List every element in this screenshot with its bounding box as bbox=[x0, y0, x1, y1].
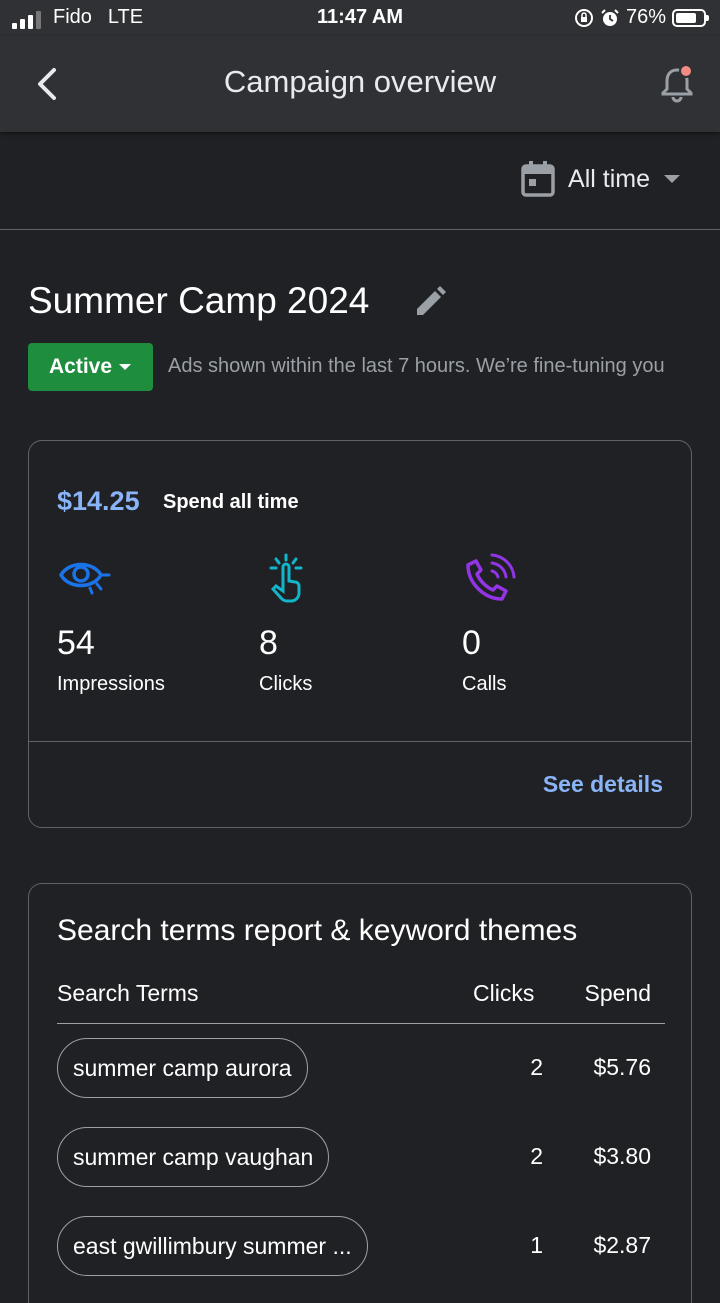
table-header: Search Terms Clicks Spend bbox=[57, 980, 665, 1024]
campaign-name: Summer Camp 2024 bbox=[28, 280, 370, 321]
bell-icon bbox=[661, 64, 693, 103]
row-spend: $2.87 bbox=[593, 1232, 651, 1258]
table-row: summer camp aurora 2 $5.76 bbox=[57, 1038, 665, 1100]
metric-calls: 0 Calls bbox=[462, 553, 662, 696]
search-term-chip[interactable]: east gwillimbury summer ... bbox=[57, 1216, 368, 1276]
row-clicks: 1 bbox=[530, 1232, 543, 1258]
calendar-icon bbox=[521, 161, 555, 197]
column-header-clicks: Clicks bbox=[473, 980, 535, 1006]
filter-row: All time bbox=[0, 132, 720, 230]
spend-amount: $14.25 bbox=[57, 486, 140, 516]
status-label: Active bbox=[48, 355, 113, 378]
metric-clicks: 8 Clicks bbox=[259, 553, 459, 696]
see-details-link[interactable]: See details bbox=[543, 771, 663, 798]
search-term-chip[interactable]: summer camp vaughan bbox=[57, 1127, 330, 1187]
row-spend: $3.80 bbox=[593, 1143, 651, 1169]
pencil-icon bbox=[417, 286, 446, 315]
page-title: Campaign overview bbox=[223, 64, 497, 99]
table-row: summer camp vaughan 2 $3.80 bbox=[57, 1127, 665, 1189]
performance-card: $14.25 Spend all time 54 Impressions 8 C… bbox=[28, 440, 692, 828]
status-bar: Fido LTE 11:47 AM 76% bbox=[0, 0, 720, 36]
card-divider bbox=[29, 741, 691, 742]
app-bar: Campaign overview bbox=[0, 36, 720, 132]
calls-label: Calls bbox=[462, 673, 507, 695]
calls-value: 0 bbox=[462, 624, 481, 662]
chevron-down-icon bbox=[664, 175, 680, 183]
status-right: 76% bbox=[574, 6, 709, 29]
row-spend: $5.76 bbox=[593, 1054, 651, 1080]
tap-icon bbox=[269, 553, 303, 603]
clicks-value: 8 bbox=[259, 624, 278, 662]
column-header-term: Search Terms bbox=[57, 980, 199, 1006]
notifications-button[interactable] bbox=[656, 62, 698, 104]
clicks-label: Clicks bbox=[259, 673, 313, 695]
phone-icon bbox=[466, 553, 516, 601]
battery-fill bbox=[676, 12, 696, 23]
battery-icon bbox=[672, 8, 709, 27]
chevron-down-icon bbox=[119, 364, 132, 370]
date-range-selector[interactable]: All time bbox=[520, 160, 682, 198]
battery-percent: 76% bbox=[625, 6, 666, 28]
alarm-icon bbox=[601, 8, 619, 26]
impressions-label: Impressions bbox=[57, 673, 165, 695]
status-dropdown[interactable]: Active bbox=[28, 343, 153, 391]
status-message: Ads shown within the last 7 hours. We’re… bbox=[168, 355, 665, 377]
edit-name-button[interactable] bbox=[412, 282, 450, 320]
date-range-label: All time bbox=[568, 164, 650, 193]
rotation-lock-icon bbox=[574, 8, 593, 27]
search-terms-card: Search terms report & keyword themes Sea… bbox=[28, 883, 692, 1303]
impressions-value: 54 bbox=[57, 624, 95, 662]
search-term-chip[interactable]: summer camp aurora bbox=[57, 1038, 308, 1098]
notification-dot bbox=[679, 64, 693, 78]
spend-label: Spend all time bbox=[163, 491, 299, 513]
eye-icon bbox=[58, 562, 111, 595]
metric-impressions: 54 Impressions bbox=[57, 553, 257, 696]
column-header-spend: Spend bbox=[584, 980, 651, 1006]
section-title: Search terms report & keyword themes bbox=[57, 914, 578, 947]
row-clicks: 2 bbox=[530, 1143, 543, 1169]
row-clicks: 2 bbox=[530, 1054, 543, 1080]
table-row: east gwillimbury summer ... 1 $2.87 bbox=[57, 1216, 665, 1278]
